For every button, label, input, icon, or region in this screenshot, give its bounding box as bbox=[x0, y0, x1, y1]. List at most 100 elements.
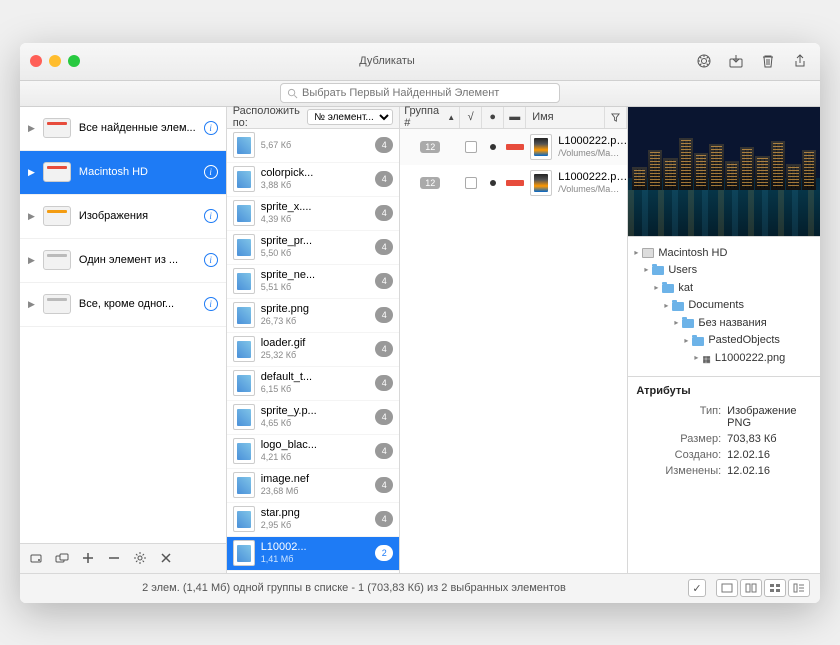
file-row[interactable]: default_t...6,15 Кб4 bbox=[227, 367, 400, 401]
toolbar-actions bbox=[694, 51, 810, 71]
app-window: Дубликаты ▶Все найденные элем...i▶Macint… bbox=[20, 43, 820, 603]
checkbox[interactable] bbox=[465, 177, 477, 189]
count-badge: 4 bbox=[375, 205, 393, 221]
main-body: ▶Все найденные элем...i▶Macintosh HDi ▶ Из… bbox=[20, 107, 820, 573]
dup-list[interactable]: 12L1000222.p…/Volumes/Ma…12L1000222.p…/V… bbox=[400, 129, 627, 573]
sidebar-item-1[interactable]: ▶Macintosh HDi bbox=[20, 151, 226, 195]
drive-icon bbox=[43, 294, 71, 314]
path-label: Documents bbox=[688, 297, 744, 315]
sidebar-item-label: Изображения bbox=[79, 210, 196, 222]
file-row[interactable]: sprite.png26,73 Кб4 bbox=[227, 299, 400, 333]
file-info: default_t...6,15 Кб bbox=[261, 371, 370, 395]
remove-icon[interactable] bbox=[106, 550, 122, 566]
path-label: Без названия bbox=[698, 315, 766, 333]
path-row[interactable]: ▸Users bbox=[634, 262, 814, 280]
file-row[interactable]: star.png2,95 Кб4 bbox=[227, 503, 400, 537]
file-info: sprite_pr...5,50 Кб bbox=[261, 235, 370, 259]
info-icon[interactable]: i bbox=[204, 165, 218, 179]
check-toggle[interactable]: ✓ bbox=[688, 579, 706, 597]
traffic-lights bbox=[30, 55, 80, 67]
col-bar[interactable]: ▬ bbox=[504, 107, 526, 128]
view-buttons bbox=[716, 579, 810, 597]
file-icon bbox=[233, 506, 255, 532]
count-badge: 4 bbox=[375, 341, 393, 357]
col-filter[interactable] bbox=[605, 107, 627, 128]
dot-icon bbox=[490, 144, 496, 150]
file-list[interactable]: 5,67 Кб4colorpick...3,88 Кб4sprite_x....… bbox=[227, 129, 400, 573]
file-icon bbox=[233, 540, 255, 566]
disclosure-icon: ▶ bbox=[28, 211, 35, 222]
sort-select[interactable]: № элемент... bbox=[307, 109, 393, 125]
path-row[interactable]: ▸▦L1000222.png bbox=[634, 350, 814, 368]
file-row[interactable]: colorpick...3,88 Кб4 bbox=[227, 163, 400, 197]
disclosure-icon: ▸ bbox=[674, 317, 678, 330]
path-row[interactable]: ▸kat bbox=[634, 280, 814, 298]
file-row[interactable]: sprite_ne...5,51 Кб4 bbox=[227, 265, 400, 299]
path-row[interactable]: ▸Macintosh HD bbox=[634, 245, 814, 263]
add-icon[interactable] bbox=[80, 550, 96, 566]
info-icon[interactable]: i bbox=[204, 209, 218, 223]
attr-value: 703,83 Кб bbox=[727, 433, 812, 445]
disk2-icon[interactable] bbox=[54, 550, 70, 566]
count-badge: 4 bbox=[375, 409, 393, 425]
share-icon[interactable] bbox=[790, 51, 810, 71]
file-icon bbox=[233, 336, 255, 362]
file-row[interactable]: 5,67 Кб4 bbox=[227, 129, 400, 163]
zoom-button[interactable] bbox=[68, 55, 80, 67]
info-icon[interactable]: i bbox=[204, 297, 218, 311]
search-field[interactable] bbox=[280, 83, 560, 103]
attr-value: Изображение PNG bbox=[727, 405, 812, 429]
import-icon[interactable] bbox=[726, 51, 746, 71]
path-row[interactable]: ▸ Без названия bbox=[634, 315, 814, 333]
sidebar-tools bbox=[20, 543, 226, 573]
file-row[interactable]: L10002...1,41 Мб2 bbox=[227, 537, 400, 571]
trash-icon[interactable] bbox=[758, 51, 778, 71]
sidebar-item-0[interactable]: ▶Все найденные элем...i bbox=[20, 107, 226, 151]
sidebar-item-3[interactable]: ▶Один элемент из ...i bbox=[20, 239, 226, 283]
disclosure-icon: ▶ bbox=[28, 123, 35, 134]
info-icon[interactable]: i bbox=[204, 121, 218, 135]
file-info: sprite_x....4,39 Кб bbox=[261, 201, 370, 225]
disk-icon[interactable] bbox=[28, 550, 44, 566]
burn-icon[interactable] bbox=[694, 51, 714, 71]
sidebar-item-label: Все, кроме одног... bbox=[79, 298, 196, 310]
view-single-icon[interactable] bbox=[716, 579, 738, 597]
close-button[interactable] bbox=[30, 55, 42, 67]
info-icon[interactable]: i bbox=[204, 253, 218, 267]
folder-icon bbox=[672, 302, 684, 311]
attr-key: Размер: bbox=[636, 433, 727, 445]
file-row[interactable]: image.nef23,68 Мб4 bbox=[227, 469, 400, 503]
checkbox[interactable] bbox=[465, 141, 477, 153]
col-check[interactable]: √ bbox=[460, 107, 482, 128]
col-group[interactable]: Группа #▲ bbox=[400, 107, 460, 128]
folder-icon bbox=[682, 319, 694, 328]
dup-row[interactable]: 12L1000222.p…/Volumes/Ma… bbox=[400, 165, 627, 201]
thumb-icon bbox=[530, 134, 552, 160]
view-grid-icon[interactable] bbox=[764, 579, 786, 597]
file-icon bbox=[233, 268, 255, 294]
path-row[interactable]: ▸PastedObjects bbox=[634, 332, 814, 350]
view-split-icon[interactable] bbox=[740, 579, 762, 597]
close-icon[interactable] bbox=[158, 550, 174, 566]
sidebar-item-4[interactable]: ▶Все, кроме одног...i bbox=[20, 283, 226, 327]
view-list-icon[interactable] bbox=[788, 579, 810, 597]
minimize-button[interactable] bbox=[49, 55, 61, 67]
col-dot[interactable]: ● bbox=[482, 107, 504, 128]
folder-icon bbox=[692, 337, 704, 346]
file-info: loader.gif25,32 Кб bbox=[261, 337, 370, 361]
count-badge: 4 bbox=[375, 171, 393, 187]
file-row[interactable]: sprite_pr...5,50 Кб4 bbox=[227, 231, 400, 265]
file-row[interactable]: logo_blac...4,21 Кб4 bbox=[227, 435, 400, 469]
sidebar-item-2[interactable]: ▶ Изображения i bbox=[20, 195, 226, 239]
gear-icon[interactable] bbox=[132, 550, 148, 566]
file-row[interactable]: loader.gif25,32 Кб 4 bbox=[227, 333, 400, 367]
search-input[interactable] bbox=[302, 87, 553, 99]
drive-icon bbox=[43, 250, 71, 270]
dup-info: L1000222.p…/Volumes/Ma… bbox=[558, 135, 627, 158]
file-row[interactable]: sprite_x....4,39 Кб 4 bbox=[227, 197, 400, 231]
dup-row[interactable]: 12L1000222.p…/Volumes/Ma… bbox=[400, 129, 627, 165]
path-row[interactable]: ▸Documents bbox=[634, 297, 814, 315]
col-name[interactable]: Имя bbox=[526, 107, 605, 128]
file-row[interactable]: sprite_y.p...4,65 Кб4 bbox=[227, 401, 400, 435]
attributes-panel: Атрибуты Тип:Изображение PNGРазмер:703,8… bbox=[628, 377, 820, 573]
